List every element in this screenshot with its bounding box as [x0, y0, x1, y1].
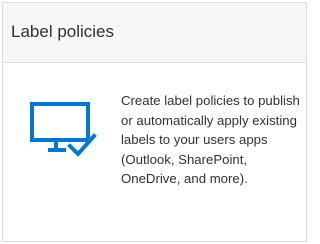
monitor-check-icon: [30, 102, 102, 162]
card-title: Label policies: [11, 22, 115, 41]
label-policies-card[interactable]: Label policies Create label policies to …: [2, 2, 307, 242]
card-header: Label policies: [3, 3, 306, 63]
card-description: Create label policies to publish or auto…: [121, 93, 300, 187]
